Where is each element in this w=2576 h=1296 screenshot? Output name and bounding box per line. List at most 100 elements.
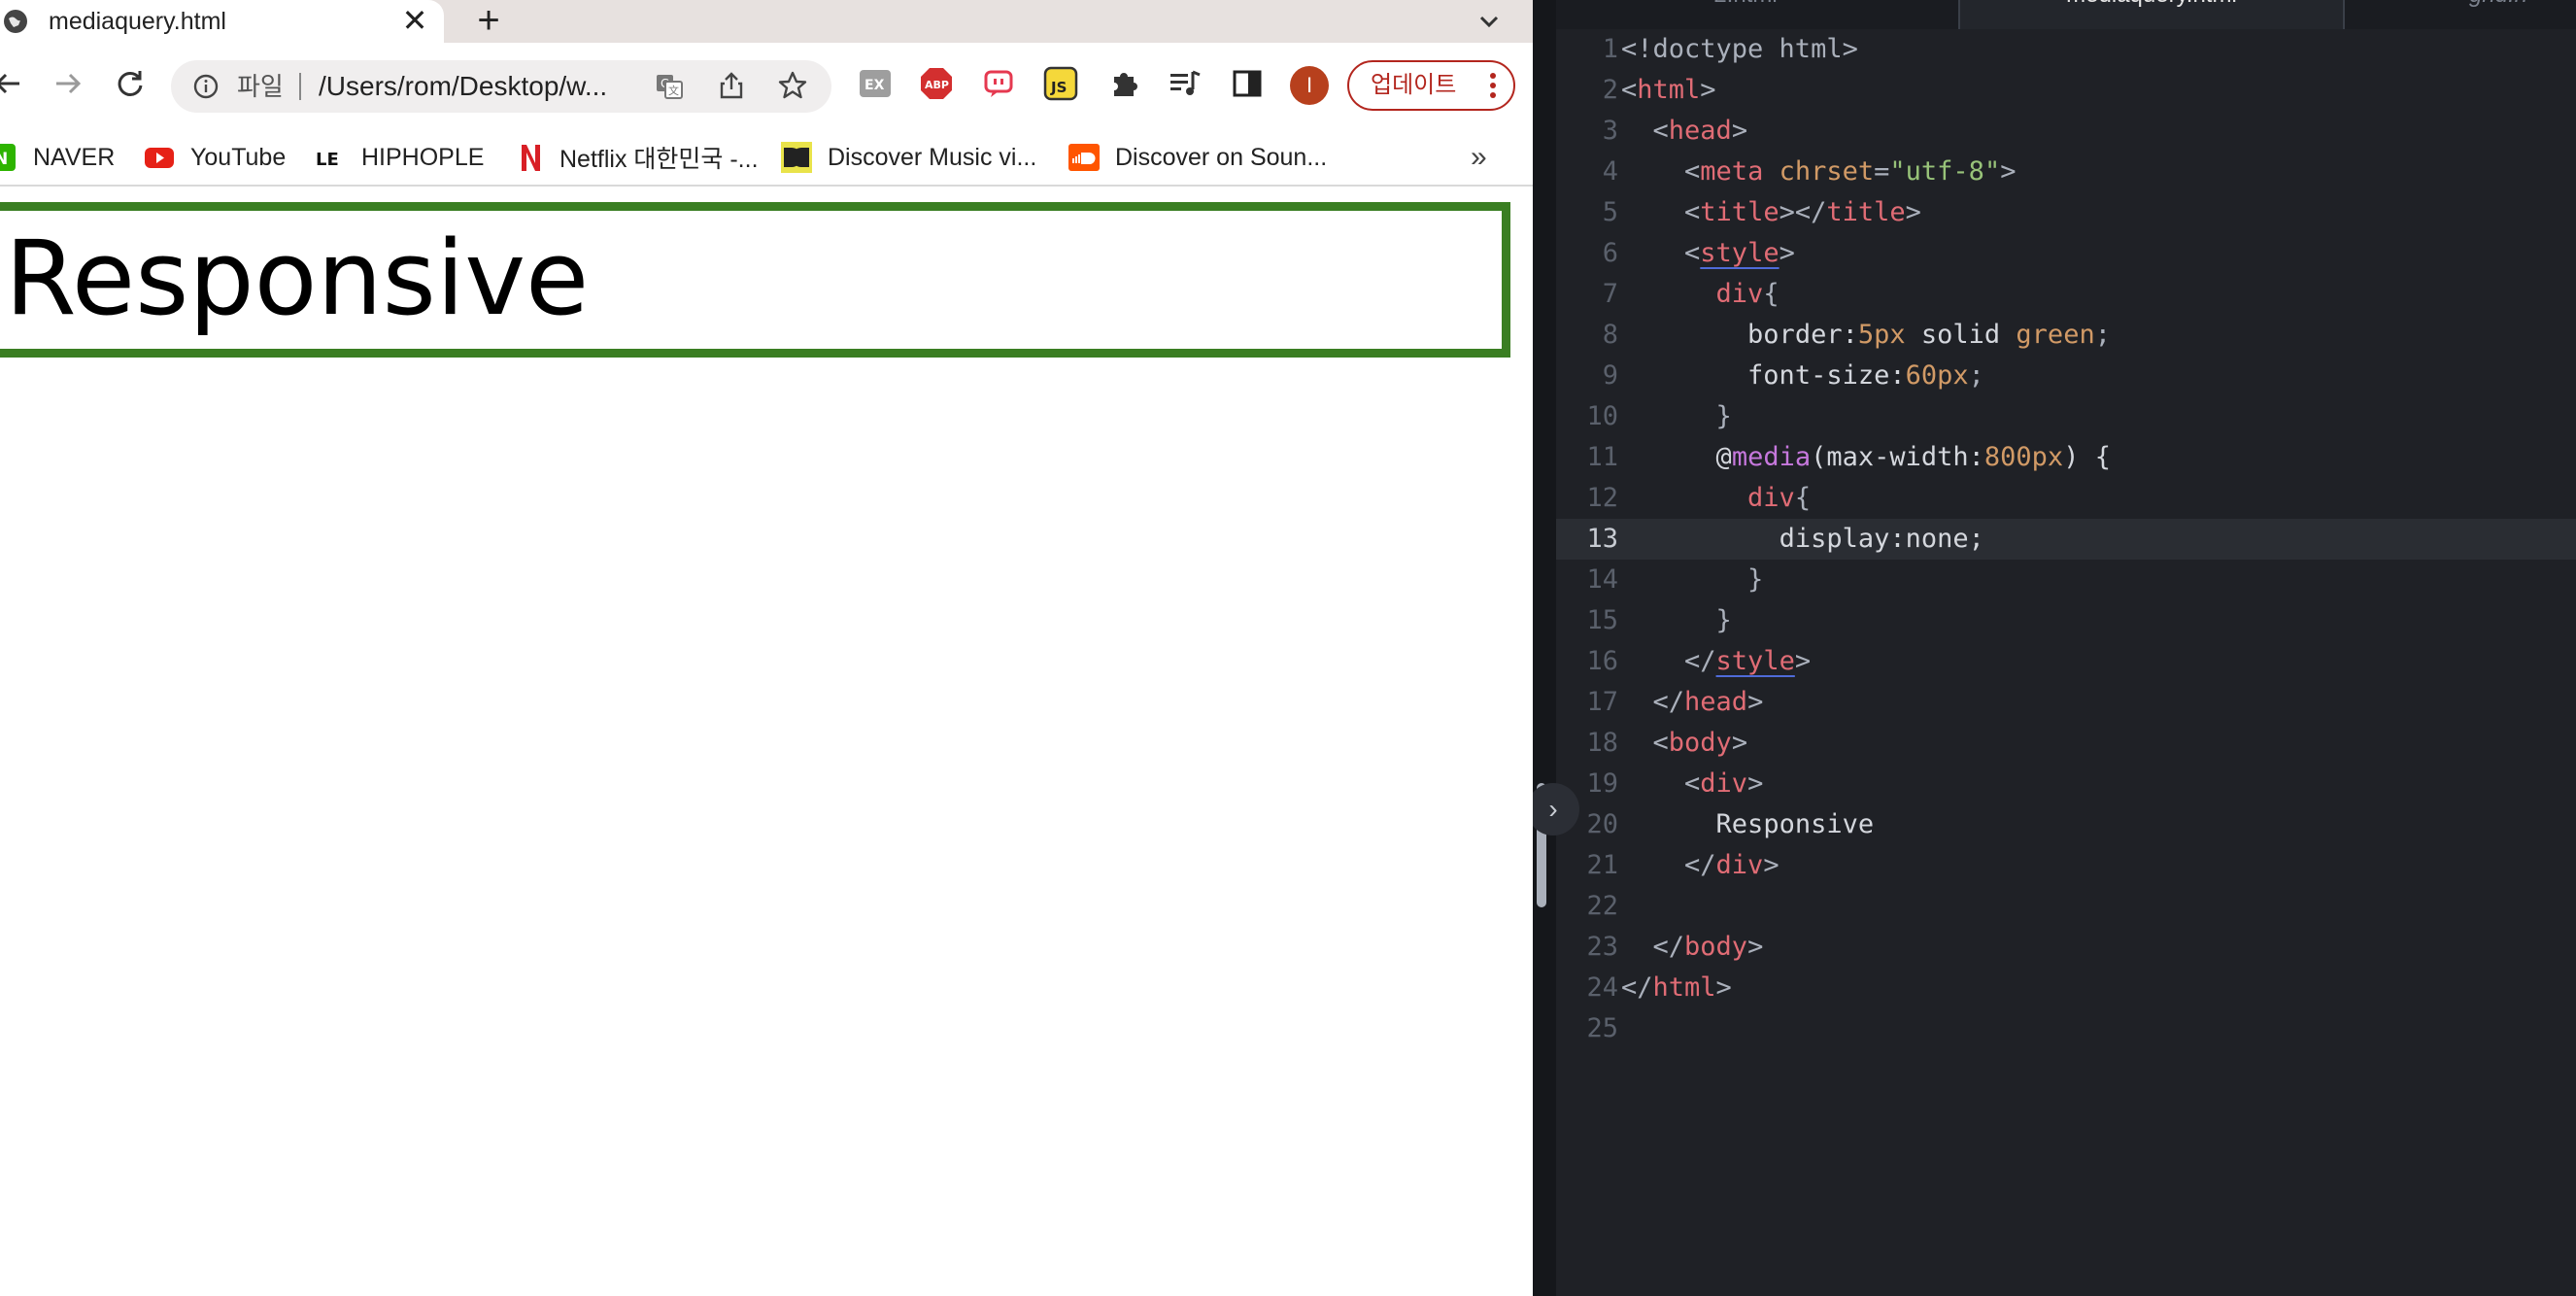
code-token: (max-width: (1811, 442, 1984, 472)
bookmark-discover-music[interactable]: Discover Music vi... (781, 138, 1036, 177)
address-bar[interactable]: 파일 /Users/rom/Desktop/w... G 文 (171, 60, 831, 113)
js-extension-icon: JS (1043, 66, 1078, 101)
code-line: 18 <body> (1556, 723, 2576, 764)
globe-icon (4, 10, 27, 33)
profile-avatar[interactable]: I (1290, 66, 1329, 105)
line-number: 8 (1602, 320, 1618, 350)
code-line: 25 (1556, 1008, 2576, 1049)
bookmark-netflix[interactable]: Netflix 대한민국 -... (513, 138, 759, 177)
arrow-right-icon (56, 73, 82, 94)
code-token: 5px (1857, 320, 1906, 350)
editor-tab-label: grid.h (2469, 0, 2576, 10)
url-text[interactable]: /Users/rom/Desktop/w... (319, 70, 607, 103)
editor-tab-grid[interactable]: grid.h (2343, 0, 2576, 29)
bookmark-label: Discover Music vi... (828, 143, 1037, 171)
reload-button[interactable] (109, 62, 152, 105)
js-extension[interactable]: JS (1043, 66, 1078, 101)
line-number: 22 (1586, 891, 1618, 921)
code-text: div{ (1715, 279, 1779, 309)
scheme-label: 파일 (237, 72, 284, 101)
line-number: 11 (1586, 442, 1618, 472)
code-token: @ (1715, 442, 1732, 472)
code-token: div (1747, 483, 1795, 513)
line-number: 25 (1586, 1013, 1618, 1043)
line-number: 1 (1602, 34, 1618, 64)
code-line: 10 } (1556, 396, 2576, 437)
code-line: 12 div{ (1556, 478, 2576, 519)
code-text: <style> (1684, 238, 1795, 268)
line-number: 13 (1586, 524, 1618, 554)
tab-title: mediaquery.html (49, 8, 226, 35)
back-button[interactable] (0, 62, 29, 105)
info-icon[interactable] (192, 73, 220, 100)
line-number: 2 (1602, 75, 1618, 105)
side-panel-button[interactable] (1230, 66, 1265, 101)
code-area[interactable]: 1 <!doctype html> 2 <html> 3 <head> 4 <met… (1556, 29, 2576, 1296)
bookmarks-overflow-button[interactable]: » (1471, 140, 1487, 175)
code-token: body (1684, 932, 1748, 962)
editor-tab-label: 2.html (1556, 0, 1935, 10)
adblock-plus-extension[interactable]: ABP (919, 66, 954, 101)
reload-icon (118, 71, 143, 96)
code-line: 2 <html> (1556, 70, 2576, 111)
bookmark-soundcloud[interactable]: Discover on Soun... (1068, 138, 1327, 177)
code-token: div (1715, 279, 1764, 309)
youtube-icon (144, 142, 175, 173)
pane-divider[interactable] (1533, 0, 1556, 1296)
code-token: 800px (1983, 442, 2064, 472)
update-label: 업데이트 (1371, 72, 1457, 98)
new-tab-button[interactable]: + (469, 1, 508, 41)
tab-strip: mediaquery.html ✕ + (0, 0, 1533, 43)
bookmark-hiphople[interactable]: LE HIPHOPLE (315, 138, 484, 177)
code-token: display:none; (1779, 524, 1984, 554)
code-line: 1 <!doctype html> (1556, 29, 2576, 70)
code-token: chrset (1779, 156, 1875, 187)
editor-tab-label: mediaquery.html (1960, 0, 2343, 10)
bookmark-label: HIPHOPLE (361, 143, 485, 171)
extensions-button[interactable] (1107, 66, 1142, 101)
code-text: </html> (1621, 972, 1732, 1003)
update-button[interactable]: 업데이트 (1347, 60, 1515, 111)
tab-mediaquery[interactable]: mediaquery.html ✕ (0, 0, 444, 43)
share-icon[interactable] (717, 71, 746, 100)
extensions-puzzle-icon (1114, 73, 1137, 96)
code-line: 8 border:5px solid green; (1556, 315, 2576, 356)
responsive-demo-box: Responsive (0, 202, 1510, 358)
browser-window: mediaquery.html ✕ + 파일 /Users/rom/Deskto… (0, 0, 1533, 1296)
code-text: <div> (1684, 768, 1764, 799)
code-token: div (1700, 768, 1748, 799)
page-viewport: Responsive (0, 187, 1533, 1296)
bookmark-label: Discover on Soun... (1115, 143, 1328, 171)
code-line-active: 13 display:none; (1556, 519, 2576, 560)
chevron-down-icon[interactable] (1472, 4, 1507, 39)
line-number: 12 (1586, 483, 1618, 513)
bookmark-naver[interactable]: N NAVER (0, 138, 115, 177)
code-token: html (1637, 75, 1701, 105)
code-text: @media(max-width:800px) { (1621, 437, 2111, 478)
code-token: title (1826, 197, 1906, 227)
editor-tab-mediaquery[interactable]: mediaquery.html (1958, 0, 2345, 29)
media-controls-button[interactable] (1168, 66, 1203, 101)
code-token: div (1715, 850, 1764, 880)
ex-extension[interactable]: EX (858, 66, 893, 101)
translate-icon[interactable]: G 文 (655, 72, 684, 101)
forward-button[interactable] (47, 62, 89, 105)
editor-tab-bar: 2.html mediaquery.html grid.h (1556, 0, 2576, 29)
bookmark-label: NAVER (33, 143, 116, 171)
code-text: Responsive (1621, 804, 1875, 845)
code-line: 22 (1556, 886, 2576, 927)
code-token: title (1700, 197, 1779, 227)
code-token: meta (1700, 156, 1764, 187)
editor-tab-2-html[interactable]: 2.html (1556, 0, 1935, 29)
bookmark-star-icon[interactable] (777, 70, 808, 101)
line-number: 17 (1586, 687, 1618, 717)
code-token: head (1668, 116, 1732, 146)
tab-close-icon[interactable]: ✕ (398, 4, 431, 37)
chat-extension[interactable] (981, 66, 1016, 101)
adblock-plus-icon: ABP (921, 68, 952, 99)
arrow-left-icon (0, 73, 19, 94)
code-text: </style> (1684, 646, 1812, 676)
code-editor: 2.html mediaquery.html grid.h 1<!doctype… (1533, 0, 2576, 1296)
bookmark-youtube[interactable]: YouTube (144, 138, 286, 177)
omnibox-separator (299, 73, 301, 100)
